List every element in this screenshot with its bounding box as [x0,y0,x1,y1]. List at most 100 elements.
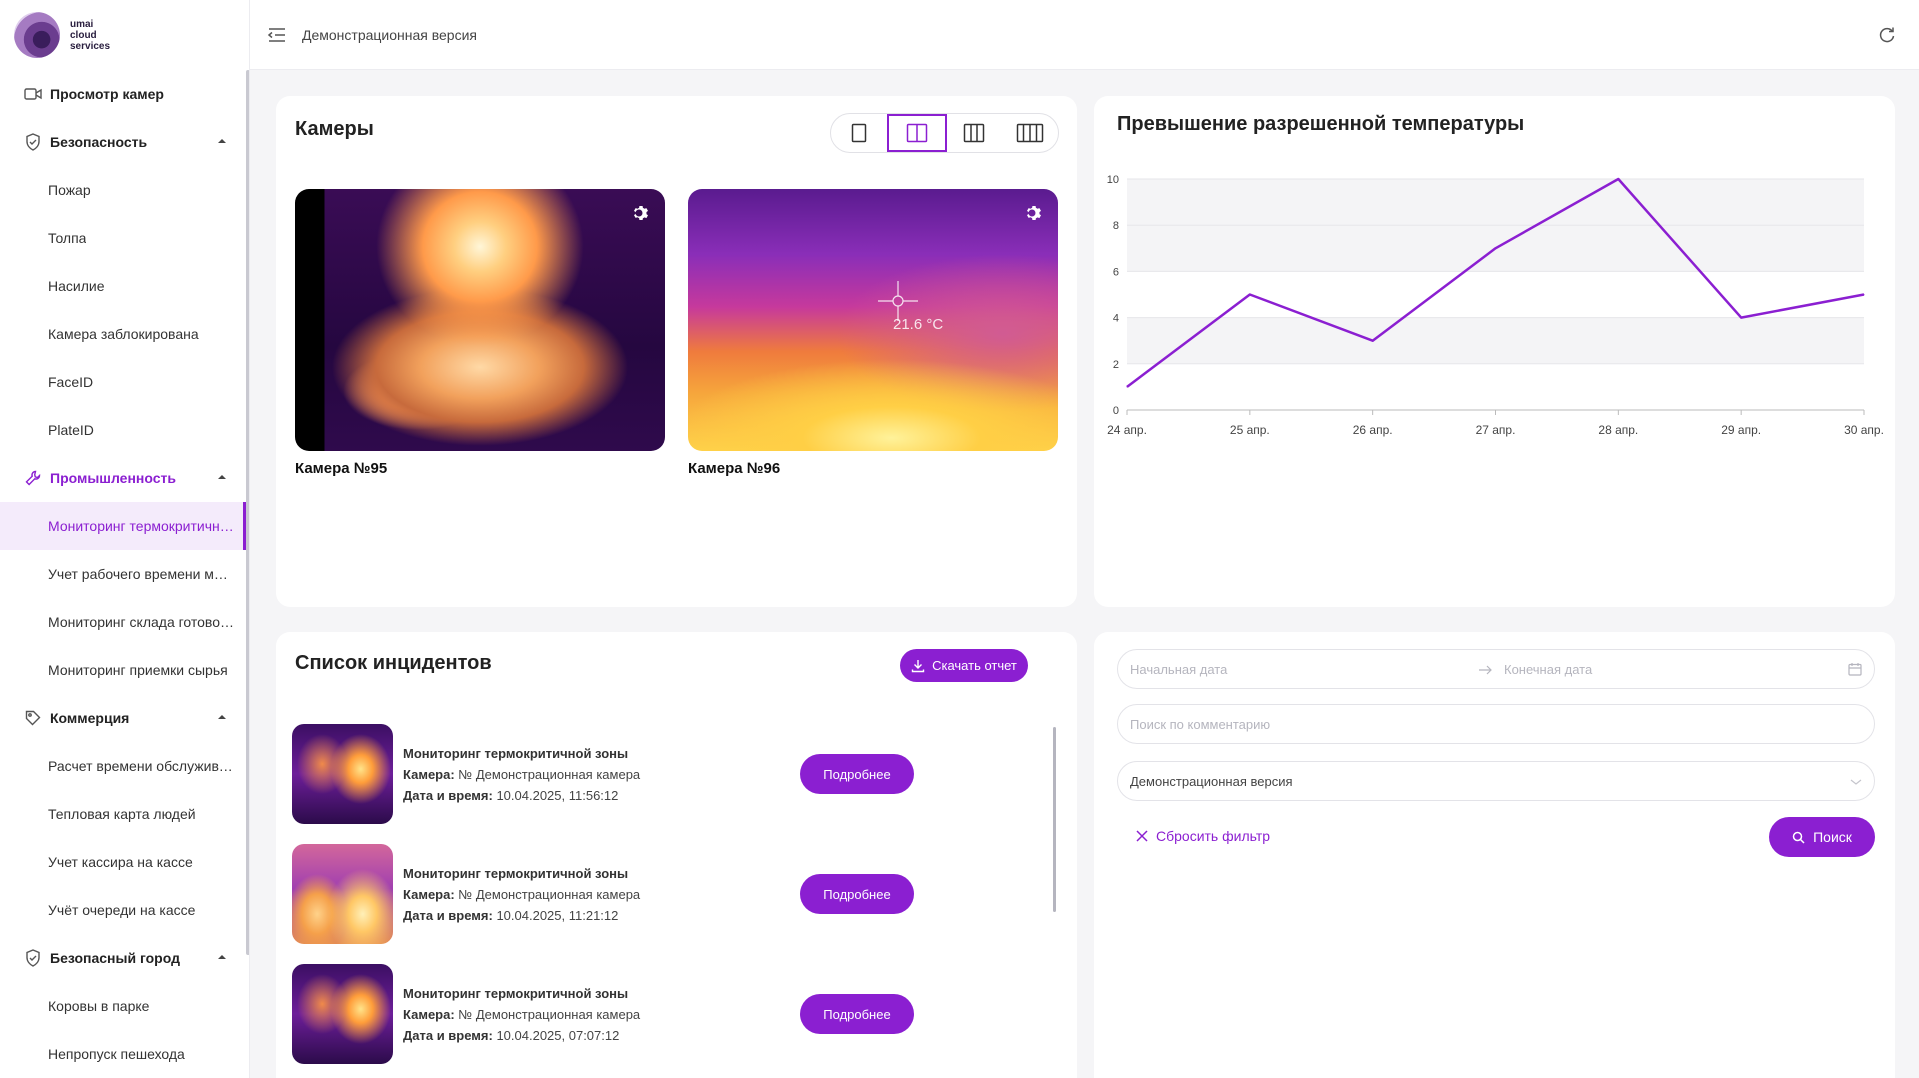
incident-date: Дата и время: 10.04.2025, 07:07:12 [403,1028,620,1043]
gear-icon[interactable] [1024,203,1044,223]
brand-name: umai cloud services [70,18,111,52]
chart-y-tick-label: 0 [1113,405,1119,417]
sidebar-item-cows[interactable]: Коровы в парке [0,982,246,1030]
chart-point [1249,294,1251,295]
refresh-icon[interactable] [1877,25,1897,45]
chart-y-tick-label: 10 [1107,174,1119,186]
filters-card: Начальная дата Конечная дата Поиск по ко… [1094,632,1895,1078]
chart-point [1740,317,1742,319]
chart-x-tick-label: 27 апр. [1476,423,1516,437]
sidebar-item-thermal-zone[interactable]: Мониторинг термокритичной зоны [0,502,246,550]
arrow-right-icon [1479,665,1492,675]
incident-title: Мониторинг термокритичной зоны [403,986,629,1001]
reset-filter-button[interactable]: Сбросить фильтр [1136,828,1270,844]
layout-four-column-icon [1016,123,1044,143]
incident-thumbnail[interactable] [292,964,393,1064]
chevron-down-icon [1850,779,1862,785]
calendar-icon [1848,663,1862,676]
sidebar-item-crowd[interactable]: Толпа [0,214,246,262]
temperature-chart: 0 2 4 6 8 10 24 апр. 25 апр. 26 апр. 27 апр. 28 ап… [1094,161,1895,601]
layout-3-button[interactable] [947,114,1003,152]
tag-icon [24,709,42,727]
camera-tile-95[interactable] [295,189,665,451]
incident-details-button[interactable]: Подробнее [800,994,914,1034]
chevron-up-icon[interactable] [216,711,228,723]
sidebar-item-heatmap[interactable]: Тепловая карта людей [0,790,246,838]
sidebar-item-camera-blocked[interactable]: Камера заблокирована [0,310,246,358]
video-camera-icon [24,85,42,103]
incident-thumbnail[interactable] [292,724,393,824]
chevron-up-icon[interactable] [216,135,228,147]
sidebar-item-violence[interactable]: Насилие [0,262,246,310]
temperature-reading: 21.6 °C [893,316,944,333]
sidebar-item-security[interactable]: Безопасность [0,118,246,166]
sidebar-item-industry[interactable]: Промышленность [0,454,246,502]
wrench-icon [24,469,42,487]
camera-label-96: Камера №96 [688,460,781,477]
sidebar-item-service-time[interactable]: Расчет времени обслуживания [0,742,246,790]
sidebar-item-camera-view[interactable]: Просмотр камер [0,70,246,118]
version-select[interactable]: Демонстрационная версия [1117,761,1875,801]
incident-item: Мониторинг термокритичной зоны Камера: №… [292,964,914,1064]
search-button[interactable]: Поиск [1769,817,1875,857]
chevron-up-icon[interactable] [216,951,228,963]
end-date-input[interactable]: Конечная дата [1504,662,1592,677]
date-range-picker[interactable]: Начальная дата Конечная дата [1117,649,1875,689]
sidebar: umai cloud services Просмотр камер Безоп… [0,0,250,1078]
chart-card: Превышение разрешенной температуры 0 2 4 6 8… [1094,96,1895,607]
sidebar-item-safe-city[interactable]: Безопасный город [0,934,246,982]
layout-three-column-icon [964,123,985,143]
download-icon [911,659,925,672]
chart-title: Превышение разрешенной температуры [1117,113,1525,135]
grid-layout-switch [830,113,1059,153]
incident-details-button[interactable]: Подробнее [800,874,914,914]
chart-y-tick-label: 2 [1113,359,1119,371]
gear-icon[interactable] [631,203,651,223]
sidebar-item-machine-time[interactable]: Учет рабочего времени машин [0,550,246,598]
chart-point [1863,294,1865,295]
chart-point [1617,178,1619,180]
incident-title: Мониторинг термокритичной зоны [403,746,629,761]
sidebar-item-queue[interactable]: Учёт очереди на кассе [0,886,246,934]
sidebar-item-fire[interactable]: Пожар [0,166,246,214]
layout-2-button[interactable] [886,114,947,152]
camera-tile-96[interactable]: 21.6 °C [688,189,1058,451]
chart-band [1127,179,1864,226]
chart-point [1372,340,1374,342]
incident-camera: Камера: № Демонстрационная камера [403,1007,641,1022]
layout-1-button[interactable] [831,114,887,152]
chart-x-tick-label: 25 апр. [1230,423,1270,437]
logo-icon [14,12,60,58]
start-date-input[interactable]: Начальная дата [1130,662,1227,677]
incident-title: Мониторинг термокритичной зоны [403,866,629,881]
brand-logo[interactable]: umai cloud services [0,0,249,70]
chart-y-tick-label: 4 [1113,313,1119,325]
chart-x-tick-label: 30 апр. [1844,423,1884,437]
incident-thumbnail[interactable] [292,844,393,944]
sidebar-item-warehouse[interactable]: Мониторинг склада готовой продукции [0,598,246,646]
chart-x-tick-label: 29 апр. [1721,423,1761,437]
temperature-chart-svg: 0 2 4 6 8 10 24 апр. 25 апр. 26 апр. 27 апр. 28 ап… [1107,174,1884,437]
chevron-up-icon[interactable] [216,471,228,483]
sidebar-item-cashier[interactable]: Учет кассира на кассе [0,838,246,886]
layout-4-button[interactable] [1002,114,1058,152]
sidebar-item-faceid[interactable]: FaceID [0,358,246,406]
sidebar-item-raw-intake[interactable]: Мониторинг приемки сырья [0,646,246,694]
incident-camera: Камера: № Демонстрационная камера [403,887,641,902]
menu-collapse-icon[interactable] [266,24,288,46]
download-report-button[interactable]: Скачать отчет [900,649,1028,682]
sidebar-item-commerce[interactable]: Коммерция [0,694,246,742]
comment-search-input[interactable]: Поиск по комментарию [1117,704,1875,744]
header-title: Демонстрационная версия [302,27,477,43]
chart-y-tick-label: 8 [1113,220,1119,232]
cameras-card: Камеры Камера №95 21.6 °C Камера №96 [276,96,1077,607]
sidebar-scrollbar[interactable] [246,70,249,955]
sidebar-item-pedestrian[interactable]: Непропуск пешехода [0,1030,246,1078]
incidents-scrollbar[interactable] [1053,727,1056,912]
chart-x-tick-label: 28 апр. [1598,423,1638,437]
search-icon [1792,831,1805,844]
incident-details-button[interactable]: Подробнее [800,754,914,794]
sidebar-item-plateid[interactable]: PlateID [0,406,246,454]
chart-point [1126,386,1128,388]
close-icon [1136,830,1148,842]
